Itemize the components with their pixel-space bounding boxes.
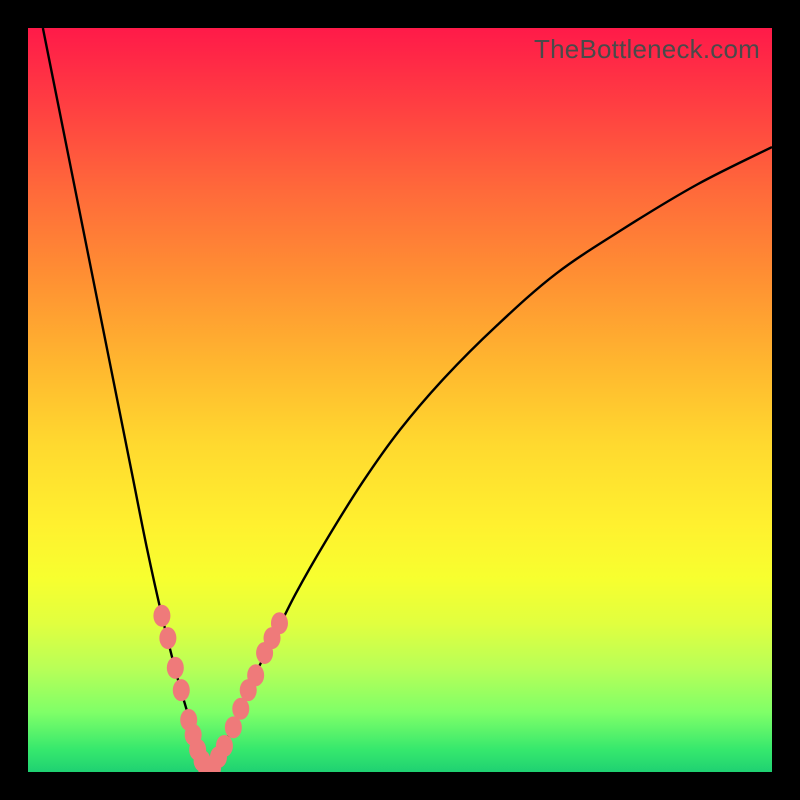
right-curve: [207, 147, 772, 772]
data-point: [173, 679, 190, 701]
left-curve: [43, 28, 207, 772]
data-point: [159, 627, 176, 649]
data-point: [216, 735, 233, 757]
data-point: [247, 664, 264, 686]
plot-area: TheBottleneck.com: [28, 28, 772, 772]
data-point: [232, 698, 249, 720]
data-point-markers: [153, 605, 288, 772]
curves-svg: [28, 28, 772, 772]
data-point: [153, 605, 170, 627]
data-point: [167, 657, 184, 679]
chart-frame: TheBottleneck.com: [0, 0, 800, 800]
data-point: [225, 716, 242, 738]
data-point: [271, 612, 288, 634]
